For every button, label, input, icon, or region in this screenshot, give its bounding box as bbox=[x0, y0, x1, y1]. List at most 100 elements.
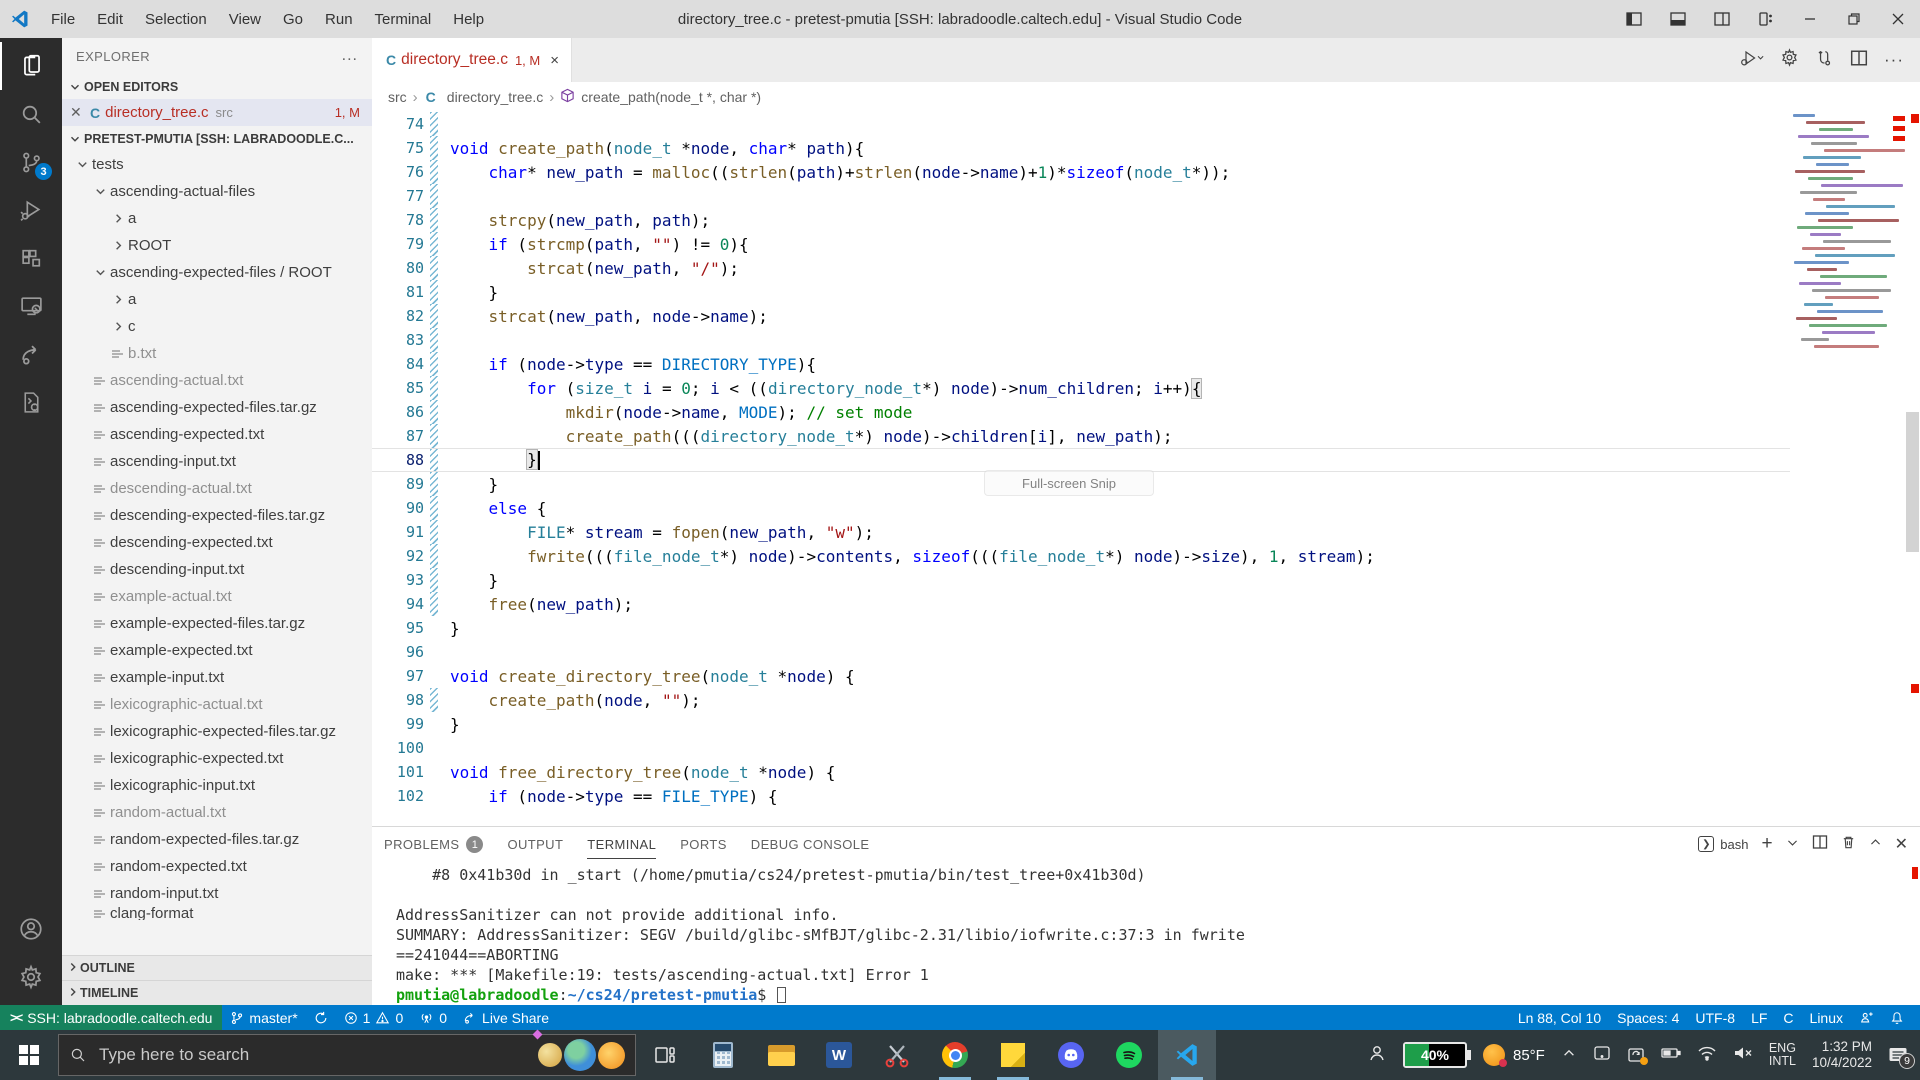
tree-file-lexicographic-expected-txt[interactable]: lexicographic-expected.txt bbox=[62, 745, 372, 772]
panel-tab-ports[interactable]: PORTS bbox=[680, 829, 727, 859]
line-number[interactable]: 86 bbox=[372, 403, 424, 421]
scrollbar-slider[interactable] bbox=[1906, 412, 1919, 552]
code-line-75[interactable]: 75 void create_path(node_t *node, char* p… bbox=[372, 136, 1790, 160]
tree-folder-tests[interactable]: tests bbox=[62, 151, 372, 178]
tree-file-example-actual-txt[interactable]: example-actual.txt bbox=[62, 583, 372, 610]
tree-file-example-expected-txt[interactable]: example-expected.txt bbox=[62, 637, 372, 664]
line-number[interactable]: 91 bbox=[372, 523, 424, 541]
explorer-icon[interactable] bbox=[0, 42, 62, 90]
vscode-button[interactable] bbox=[1158, 1030, 1216, 1080]
terminal-prompt[interactable]: pmutia@labradoodle:~/cs24/pretest-pmutia… bbox=[396, 985, 1920, 1005]
eol-sequence[interactable]: LF bbox=[1743, 1005, 1775, 1030]
code-line-97[interactable]: 97 void create_directory_tree(node_t *nod… bbox=[372, 664, 1790, 688]
start-button[interactable] bbox=[0, 1030, 58, 1080]
menu-selection[interactable]: Selection bbox=[136, 7, 216, 32]
tree-file-example-expected-files-tar-gz[interactable]: example-expected-files.tar.gz bbox=[62, 610, 372, 637]
code-line-102[interactable]: 102 if (node->type == FILE_TYPE) { bbox=[372, 784, 1790, 808]
code-line-83[interactable]: 83 bbox=[372, 328, 1790, 352]
tree-file-ascending-input-txt[interactable]: ascending-input.txt bbox=[62, 448, 372, 475]
notifications-bell-icon[interactable] bbox=[1882, 1005, 1912, 1030]
line-number[interactable]: 97 bbox=[372, 667, 424, 685]
line-number[interactable]: 87 bbox=[372, 427, 424, 445]
code-line-94[interactable]: 94 free(new_path); bbox=[372, 592, 1790, 616]
panel-tab-output[interactable]: OUTPUT bbox=[507, 829, 563, 859]
code-line-99[interactable]: 99} bbox=[372, 712, 1790, 736]
spotify-button[interactable] bbox=[1100, 1030, 1158, 1080]
settings-gear-icon[interactable] bbox=[1780, 48, 1799, 72]
minimize-button[interactable] bbox=[1788, 0, 1832, 38]
tree-file-random-actual-txt[interactable]: random-actual.txt bbox=[62, 799, 372, 826]
code-line-79[interactable]: 79 if (strcmp(path, "") != 0){ bbox=[372, 232, 1790, 256]
maximize-panel-icon[interactable] bbox=[1869, 836, 1882, 853]
tree-file-descending-input-txt[interactable]: descending-input.txt bbox=[62, 556, 372, 583]
line-number[interactable]: 80 bbox=[372, 259, 424, 277]
line-number[interactable]: 83 bbox=[372, 331, 424, 349]
account-icon[interactable] bbox=[0, 905, 62, 953]
code-line-91[interactable]: 91 FILE* stream = fopen(new_path, "w"); bbox=[372, 520, 1790, 544]
line-number[interactable]: 85 bbox=[372, 379, 424, 397]
split-terminal-icon[interactable] bbox=[1812, 834, 1828, 854]
settings-gear-icon[interactable] bbox=[0, 953, 62, 1001]
code-line-92[interactable]: 92 fwrite(((file_node_t*) node)->content… bbox=[372, 544, 1790, 568]
line-number[interactable]: 99 bbox=[372, 715, 424, 733]
tree-file-descending-expected-files-tar-gz[interactable]: descending-expected-files.tar.gz bbox=[62, 502, 372, 529]
code-line-74[interactable]: 74 bbox=[372, 112, 1790, 136]
line-number[interactable]: 92 bbox=[372, 547, 424, 565]
line-number[interactable]: 82 bbox=[372, 307, 424, 325]
line-number[interactable]: 78 bbox=[372, 211, 424, 229]
line-number[interactable]: 88 bbox=[372, 451, 424, 469]
breadcrumb-file[interactable]: directory_tree.c bbox=[447, 89, 543, 105]
code-line-86[interactable]: 86 mkdir(node->name, MODE); // set mode bbox=[372, 400, 1790, 424]
discord-button[interactable] bbox=[1042, 1030, 1100, 1080]
people-icon[interactable] bbox=[1367, 1044, 1387, 1067]
tree-file-ascending-expected-files-tar-gz[interactable]: ascending-expected-files.tar.gz bbox=[62, 394, 372, 421]
problems-item[interactable]: 1 0 bbox=[336, 1005, 412, 1030]
split-editor-icon[interactable] bbox=[1850, 49, 1868, 72]
ports-item[interactable]: 0 bbox=[411, 1005, 455, 1030]
line-number[interactable]: 98 bbox=[372, 691, 424, 709]
sync-changes-item[interactable] bbox=[306, 1005, 336, 1030]
tree-file-random-expected-txt[interactable]: random-expected.txt bbox=[62, 853, 372, 880]
code-line-80[interactable]: 80 strcat(new_path, "/"); bbox=[372, 256, 1790, 280]
wifi-icon[interactable] bbox=[1697, 1045, 1717, 1066]
tree-file-clang-format[interactable]: clang-format bbox=[62, 907, 372, 920]
code-line-84[interactable]: 84 if (node->type == DIRECTORY_TYPE){ bbox=[372, 352, 1790, 376]
code-line-87[interactable]: 87 create_path(((directory_node_t*) node… bbox=[372, 424, 1790, 448]
tree-folder-c[interactable]: c bbox=[62, 313, 372, 340]
open-editors-header[interactable]: OPEN EDITORS bbox=[62, 74, 372, 99]
code-runner-icon[interactable] bbox=[0, 378, 62, 426]
code-line-76[interactable]: 76 char* new_path = malloc((strlen(path)… bbox=[372, 160, 1790, 184]
tree-folder-ascending-actual-files[interactable]: ascending-actual-files bbox=[62, 178, 372, 205]
breadcrumb-folder[interactable]: src bbox=[388, 89, 407, 105]
menu-edit[interactable]: Edit bbox=[88, 7, 132, 32]
editor-more-actions-icon[interactable]: ··· bbox=[1884, 50, 1904, 70]
tree-file-lexicographic-input-txt[interactable]: lexicographic-input.txt bbox=[62, 772, 372, 799]
breadcrumb-symbol[interactable]: create_path(node_t *, char *) bbox=[581, 89, 761, 105]
remote-explorer-icon[interactable] bbox=[0, 282, 62, 330]
volume-muted-icon[interactable] bbox=[1733, 1045, 1753, 1066]
code-line-95[interactable]: 95} bbox=[372, 616, 1790, 640]
code-line-98[interactable]: 98 create_path(node, ""); bbox=[372, 688, 1790, 712]
tab-directory-tree-c[interactable]: C directory_tree.c 1, M × bbox=[372, 38, 573, 82]
menu-help[interactable]: Help bbox=[444, 7, 493, 32]
code-line-78[interactable]: 78 strcpy(new_path, path); bbox=[372, 208, 1790, 232]
cursor-position[interactable]: Ln 88, Col 10 bbox=[1510, 1005, 1609, 1030]
weather-widget[interactable]: 85°F bbox=[1482, 1044, 1545, 1067]
remote-os[interactable]: Linux bbox=[1802, 1005, 1851, 1030]
indentation[interactable]: Spaces: 4 bbox=[1609, 1005, 1687, 1030]
tree-file-example-input-txt[interactable]: example-input.txt bbox=[62, 664, 372, 691]
line-number[interactable]: 89 bbox=[372, 475, 424, 493]
terminal-profile[interactable]: ❯ bash bbox=[1698, 836, 1748, 852]
sticky-notes-button[interactable] bbox=[984, 1030, 1042, 1080]
word-button[interactable]: W bbox=[810, 1030, 868, 1080]
tree-file-ascending-actual-txt[interactable]: ascending-actual.txt bbox=[62, 367, 372, 394]
workspace-header[interactable]: PRETEST-PMUTIA [SSH: LABRADOODLE.C... bbox=[62, 126, 372, 151]
source-control-icon[interactable]: 3 bbox=[0, 138, 62, 186]
tree-file-b-txt[interactable]: b.txt bbox=[62, 340, 372, 367]
keyboard-layout[interactable]: ENG INTL bbox=[1769, 1042, 1796, 1068]
snipping-tool-button[interactable] bbox=[868, 1030, 926, 1080]
tree-folder-root[interactable]: ROOT bbox=[62, 232, 372, 259]
line-number[interactable]: 101 bbox=[372, 763, 424, 781]
panel-tab-terminal[interactable]: TERMINAL bbox=[587, 829, 657, 859]
tree-file-descending-expected-txt[interactable]: descending-expected.txt bbox=[62, 529, 372, 556]
